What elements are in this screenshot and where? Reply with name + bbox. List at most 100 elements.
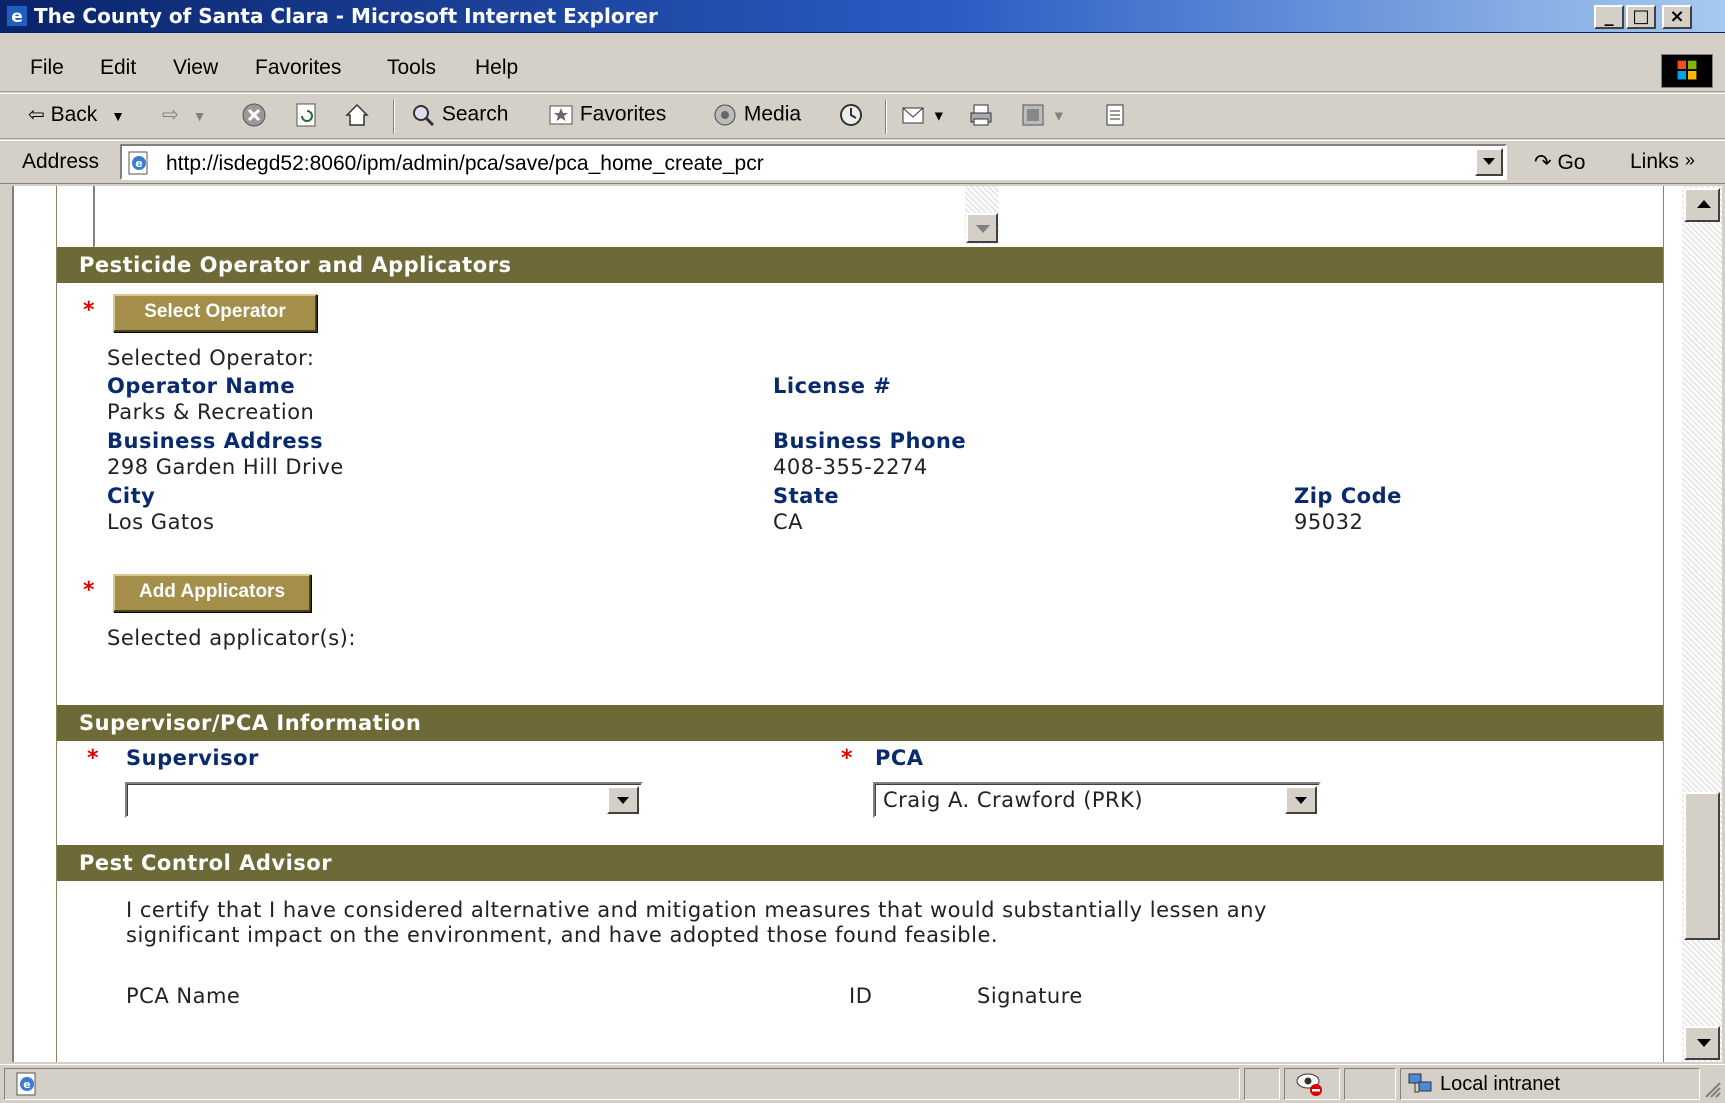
back-arrow-icon: ⇦ [28,104,45,126]
svg-text:e: e [135,157,142,170]
svg-text:e: e [11,7,23,27]
section-header-supervisor: Supervisor/PCA Information [57,705,1663,741]
history-button[interactable] [838,102,864,128]
search-button[interactable]: Search [410,102,508,128]
window-title: The County of Santa Clara - Microsoft In… [34,4,658,28]
media-button[interactable]: Media [712,102,801,128]
menu-help[interactable]: Help [475,56,518,80]
mail-button[interactable]: ▼ [900,102,946,128]
search-icon [413,105,435,127]
chevron-down-icon[interactable]: ▼ [193,108,207,124]
supervisor-label: Supervisor [126,746,259,770]
address-input[interactable]: e http://isdegd52:8060/ipm/admin/pca/sav… [120,144,1507,180]
business-address-value: 298 Garden Hill Drive [107,455,344,479]
operator-name-value: Parks & Recreation [107,400,315,424]
mail-icon [902,107,924,124]
address-label: Address [22,150,100,173]
stop-button[interactable] [241,102,267,128]
operator-name-label: Operator Name [107,374,296,398]
standard-toolbar: ⇦ Back ▼ ⇨ ▼ Search Favorites Media ▼ ▼ [0,93,1725,139]
chevron-down-icon[interactable]: ▼ [932,108,946,124]
textarea-scroll-down-button[interactable] [966,213,998,243]
pca-select[interactable]: Craig A. Crawford (PRK) [873,782,1321,818]
chevron-down-icon [1483,158,1495,165]
page-scrollbar[interactable] [1682,186,1722,1062]
scroll-up-button[interactable] [1684,188,1720,222]
forward-button[interactable]: ⇨ ▼ [162,102,206,127]
notepad-icon [1106,104,1124,126]
minimize-button[interactable]: _ [1594,5,1624,29]
home-button[interactable] [344,102,370,128]
certification-text-line1: I certify that I have considered alterna… [126,898,1267,922]
required-marker: * [841,746,853,771]
business-address-label: Business Address [107,429,324,453]
address-bar: Address e http://isdegd52:8060/ipm/admin… [0,140,1725,184]
privacy-report-icon[interactable] [1295,1071,1325,1097]
chevron-up-icon [1697,200,1711,208]
menu-tools[interactable]: Tools [387,56,436,80]
textarea-scrollbar[interactable] [965,186,999,244]
go-button[interactable]: ↷ Go [1534,150,1585,175]
add-applicators-button[interactable]: Add Applicators [113,574,311,612]
security-zone-label: Local intranet [1440,1073,1561,1095]
status-panel [1344,1068,1396,1100]
id-label: ID [849,984,873,1008]
menu-view[interactable]: View [173,56,218,80]
media-icon [714,104,736,126]
status-panel [1244,1068,1280,1100]
address-url: http://isdegd52:8060/ipm/admin/pca/save/… [166,152,764,175]
ie-page-icon: e [128,151,148,175]
chevron-down-icon[interactable]: ▼ [1052,108,1066,124]
close-button[interactable]: × [1662,5,1692,29]
resize-grip-icon[interactable] [1700,1077,1722,1099]
selected-operator-label: Selected Operator: [107,346,315,370]
state-label: State [773,484,840,508]
menu-file[interactable]: File [30,56,64,80]
privacy-panel [1284,1068,1340,1100]
certification-text-line2: significant impact on the environment, a… [126,923,999,947]
chevron-down-icon [617,797,629,804]
internet-explorer-icon: e [7,6,27,27]
notes-textarea[interactable] [93,186,1001,248]
chevron-down-icon [976,225,990,233]
business-phone-value: 408-355-2274 [773,455,928,479]
address-dropdown-button[interactable] [1475,148,1503,176]
select-operator-button[interactable]: Select Operator [113,294,317,332]
supervisor-select[interactable] [125,782,643,818]
edit-button[interactable]: ▼ [1020,102,1066,128]
history-icon [840,104,862,126]
scroll-down-button[interactable] [1684,1026,1720,1060]
refresh-button[interactable] [294,102,320,128]
home-icon [345,103,369,126]
pca-selected-value: Craig A. Crawford (PRK) [883,788,1144,812]
discuss-button[interactable] [1102,102,1128,128]
go-arrow-icon: ↷ [1534,151,1552,174]
form-content: Pesticide Operator and Applicators * Sel… [56,186,1664,1062]
section-header-operators: Pesticide Operator and Applicators [57,247,1663,283]
page-viewport: Pesticide Operator and Applicators * Sel… [12,186,1682,1062]
back-button[interactable]: ⇦ Back ▼ [28,102,125,127]
required-marker: * [87,746,99,771]
menu-favorites[interactable]: Favorites [255,56,341,80]
supervisor-dropdown-button[interactable] [607,786,639,814]
menu-bar: File Edit View Favorites Tools Help [0,50,1725,92]
status-bar: e Local intranet [0,1064,1725,1103]
maximize-button[interactable]: □ [1626,5,1656,29]
required-marker: * [83,578,95,603]
menu-edit[interactable]: Edit [100,56,136,80]
scrollbar-thumb[interactable] [1684,792,1720,940]
state-value: CA [773,510,804,534]
refresh-icon [296,103,316,127]
section-header-pest-control-advisor: Pest Control Advisor [57,845,1663,881]
links-button[interactable]: Links » [1630,150,1695,174]
pca-name-label: PCA Name [126,984,241,1008]
favorites-button[interactable]: Favorites [548,102,666,128]
chevron-down-icon[interactable]: ▼ [111,108,125,124]
status-text-panel [4,1068,1240,1100]
print-button[interactable] [968,102,994,128]
license-label: License # [773,374,892,398]
local-intranet-icon [1408,1073,1432,1093]
pca-dropdown-button[interactable] [1285,786,1317,814]
windows-logo-icon [1661,54,1713,88]
stop-icon [242,103,266,127]
